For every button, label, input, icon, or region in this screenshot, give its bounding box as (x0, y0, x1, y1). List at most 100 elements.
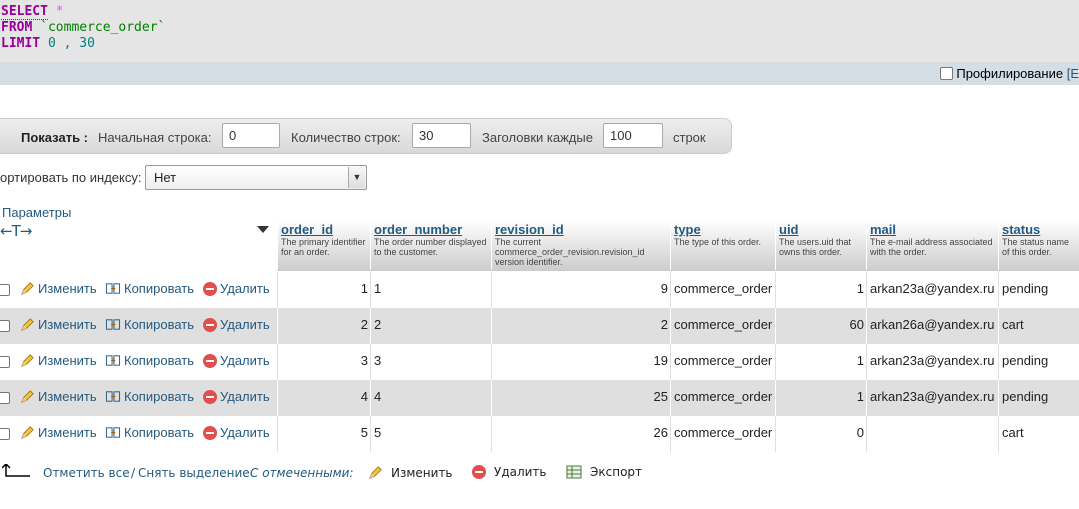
cell-order-number[interactable]: 1 (370, 272, 491, 308)
cell-mail[interactable]: arkan26a@yandex.ru (866, 308, 998, 344)
column-name[interactable]: mail (870, 222, 995, 237)
cell-order-id[interactable]: 5 (277, 416, 370, 452)
options-link[interactable]: Параметры (2, 205, 71, 220)
cell-status[interactable]: pending (998, 272, 1076, 308)
column-name[interactable]: status (1002, 222, 1073, 237)
bulk-export-button[interactable]: Экспорт (566, 465, 642, 479)
cell-type[interactable]: commerce_order (670, 416, 775, 452)
copy-row-button[interactable]: Копировать (105, 389, 194, 404)
column-name[interactable]: revision_id (495, 222, 667, 237)
edit-row-button[interactable]: Изменить (20, 425, 97, 440)
delete-label[interactable]: Удалить (220, 353, 270, 368)
cell-order-number[interactable]: 5 (370, 416, 491, 452)
delete-label[interactable]: Удалить (220, 425, 270, 440)
bulk-edit-button[interactable]: Изменить (368, 465, 453, 480)
edit-label[interactable]: Изменить (38, 281, 97, 296)
deselect-all-link[interactable]: Снять выделение (138, 466, 250, 480)
delete-row-button[interactable]: Удалить (203, 425, 270, 440)
cell-status[interactable]: pending (998, 344, 1076, 380)
cell-status[interactable]: cart (998, 308, 1076, 344)
edit-row-button[interactable]: Изменить (20, 389, 97, 404)
row-checkbox[interactable] (0, 356, 10, 368)
select-all-link[interactable]: Отметить все (43, 466, 130, 480)
row-checkbox[interactable] (0, 320, 10, 332)
bulk-delete-label[interactable]: Удалить (494, 465, 547, 479)
copy-label[interactable]: Копировать (124, 389, 194, 404)
cell-revision-id[interactable]: 9 (491, 272, 670, 308)
cell-revision-id[interactable]: 2 (491, 308, 670, 344)
cell-revision-id[interactable]: 26 (491, 416, 670, 452)
cell-uid[interactable]: 1 (775, 344, 866, 380)
headers-every-input[interactable] (603, 123, 663, 148)
column-name[interactable]: uid (779, 222, 863, 237)
bulk-edit-label[interactable]: Изменить (391, 466, 453, 480)
cell-status[interactable]: pending (998, 380, 1076, 416)
chevron-down-icon[interactable]: ▼ (348, 167, 365, 188)
row-checkbox[interactable] (0, 284, 10, 296)
column-header-uid[interactable]: uid The users.uid that owns this order. (775, 222, 866, 270)
column-header-status[interactable]: status The status name of this order. (998, 222, 1076, 270)
row-checkbox[interactable] (0, 392, 10, 404)
column-name[interactable]: type (674, 222, 772, 237)
delete-row-button[interactable]: Удалить (203, 389, 270, 404)
cell-uid[interactable]: 0 (775, 416, 866, 452)
cell-type[interactable]: commerce_order (670, 344, 775, 380)
delete-label[interactable]: Удалить (220, 317, 270, 332)
column-name[interactable]: order_id (281, 222, 367, 237)
edit-inline-link[interactable]: [E (1067, 66, 1079, 81)
column-arrows-icon[interactable]: ←T→ (0, 222, 32, 240)
cell-revision-id[interactable]: 19 (491, 344, 670, 380)
cell-uid[interactable]: 1 (775, 380, 866, 416)
cell-order-id[interactable]: 4 (277, 380, 370, 416)
cell-type[interactable]: commerce_order (670, 380, 775, 416)
bulk-export-label[interactable]: Экспорт (590, 465, 642, 479)
copy-label[interactable]: Копировать (124, 353, 194, 368)
sort-dropdown-icon[interactable] (257, 226, 269, 233)
delete-label[interactable]: Удалить (220, 281, 270, 296)
cell-type[interactable]: commerce_order (670, 308, 775, 344)
sort-by-index-select[interactable]: Нет ▼ (145, 165, 367, 190)
cell-revision-id[interactable]: 25 (491, 380, 670, 416)
cell-order-number[interactable]: 3 (370, 344, 491, 380)
bulk-delete-button[interactable]: Удалить (472, 465, 547, 479)
delete-label[interactable]: Удалить (220, 389, 270, 404)
copy-label[interactable]: Копировать (124, 317, 194, 332)
cell-status[interactable]: cart (998, 416, 1076, 452)
edit-row-button[interactable]: Изменить (20, 353, 97, 368)
delete-row-button[interactable]: Удалить (203, 353, 270, 368)
cell-uid[interactable]: 1 (775, 272, 866, 308)
edit-row-button[interactable]: Изменить (20, 317, 97, 332)
cell-order-id[interactable]: 2 (277, 308, 370, 344)
copy-row-button[interactable]: Копировать (105, 281, 194, 296)
column-header-type[interactable]: type The type of this order. (670, 222, 775, 270)
profiling-checkbox[interactable] (940, 67, 954, 80)
start-row-input[interactable] (222, 123, 280, 148)
cell-mail[interactable]: arkan23a@yandex.ru (866, 344, 998, 380)
cell-order-id[interactable]: 1 (277, 272, 370, 308)
edit-row-button[interactable]: Изменить (20, 281, 97, 296)
cell-uid[interactable]: 60 (775, 308, 866, 344)
column-header-order-id[interactable]: order_id The primary identifier for an o… (277, 222, 370, 270)
delete-row-button[interactable]: Удалить (203, 317, 270, 332)
copy-label[interactable]: Копировать (124, 281, 194, 296)
edit-label[interactable]: Изменить (38, 353, 97, 368)
delete-row-button[interactable]: Удалить (203, 281, 270, 296)
copy-row-button[interactable]: Копировать (105, 317, 194, 332)
column-header-order-number[interactable]: order_number The order number displayed … (370, 222, 491, 270)
cell-order-number[interactable]: 4 (370, 380, 491, 416)
row-checkbox[interactable] (0, 428, 10, 440)
cell-mail[interactable]: arkan23a@yandex.ru (866, 380, 998, 416)
copy-label[interactable]: Копировать (124, 425, 194, 440)
cell-order-id[interactable]: 3 (277, 344, 370, 380)
cell-type[interactable]: commerce_order (670, 272, 775, 308)
column-header-mail[interactable]: mail The e-mail address associated with … (866, 222, 998, 270)
cell-mail[interactable] (866, 416, 998, 452)
cell-mail[interactable]: arkan23a@yandex.ru (866, 272, 998, 308)
edit-label[interactable]: Изменить (38, 317, 97, 332)
row-count-input[interactable] (412, 123, 471, 148)
edit-label[interactable]: Изменить (38, 425, 97, 440)
copy-row-button[interactable]: Копировать (105, 353, 194, 368)
edit-label[interactable]: Изменить (38, 389, 97, 404)
show-button-label[interactable]: Показать : (21, 130, 88, 145)
cell-order-number[interactable]: 2 (370, 308, 491, 344)
